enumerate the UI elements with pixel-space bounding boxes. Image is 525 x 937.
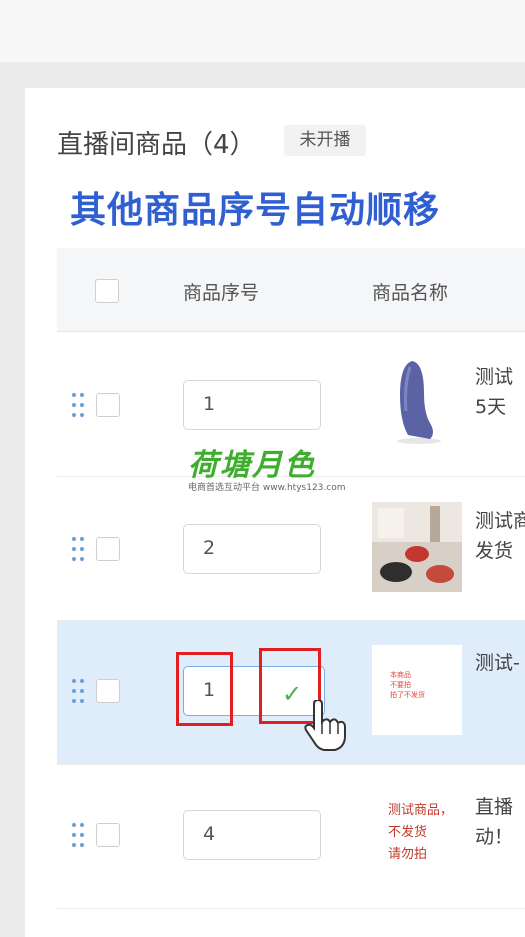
page-title: 直播间商品（4） xyxy=(57,130,256,160)
product-thumbnail: 本商品 不要拍 拍了不发货 xyxy=(372,645,462,735)
product-name: 测试- xyxy=(475,652,520,674)
hand-cursor-icon xyxy=(304,700,346,751)
product-name: 测试商 发货 xyxy=(475,510,525,562)
drag-handle-icon[interactable] xyxy=(72,823,88,849)
drag-handle-icon[interactable] xyxy=(72,537,88,563)
highlight-box-input xyxy=(176,652,233,726)
seq-input[interactable]: 1 xyxy=(183,380,321,430)
overlay-caption: 其他商品序号自动顺移 xyxy=(70,190,441,231)
column-header-name: 商品名称 xyxy=(372,282,449,304)
row-checkbox[interactable] xyxy=(96,823,120,847)
seq-input[interactable]: 2 xyxy=(183,524,321,574)
select-all-checkbox[interactable] xyxy=(95,279,119,303)
row-checkbox[interactable] xyxy=(96,537,120,561)
watermark-logo: 荷塘月色 xyxy=(188,448,316,483)
product-thumbnail xyxy=(374,355,464,445)
row-checkbox[interactable] xyxy=(96,393,120,417)
product-thumbnail: 测试商品， 不发货 请勿拍 xyxy=(374,790,464,880)
status-badge: 未开播 xyxy=(284,125,366,156)
product-name: 直播 动！ xyxy=(475,796,514,848)
drag-handle-icon[interactable] xyxy=(72,393,88,419)
product-name: 测试 5天 xyxy=(475,366,514,418)
top-bar xyxy=(0,0,525,62)
product-thumbnail xyxy=(372,502,462,592)
column-header-seq: 商品序号 xyxy=(183,282,260,304)
row-checkbox[interactable] xyxy=(96,679,120,703)
table-header xyxy=(57,248,525,332)
drag-handle-icon[interactable] xyxy=(72,679,88,705)
seq-input[interactable]: 4 xyxy=(183,810,321,860)
watermark-subtitle: 电商首选互动平台 www.htys123.com xyxy=(188,483,346,493)
